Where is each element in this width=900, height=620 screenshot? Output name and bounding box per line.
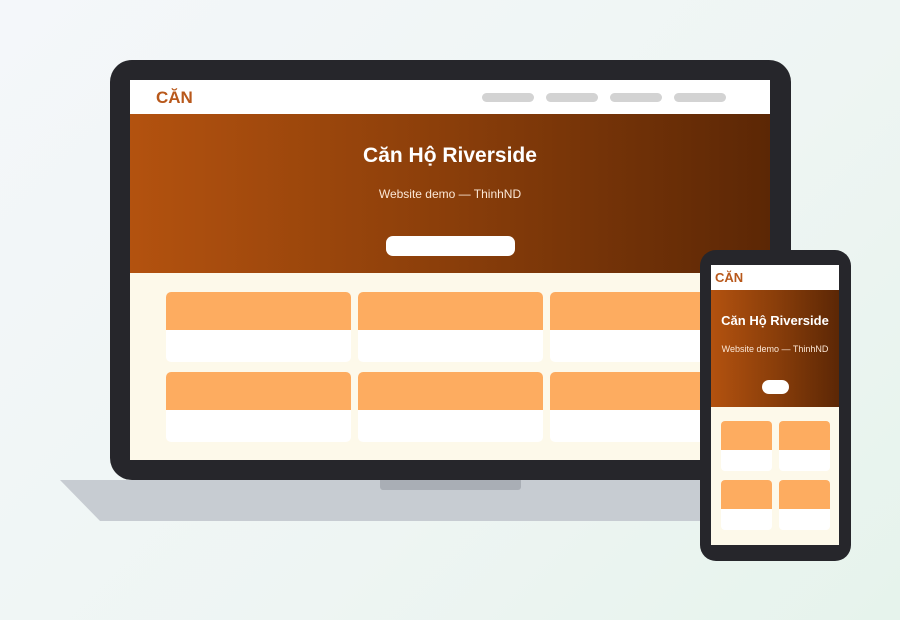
mobile-hero-subtitle: Website demo — ThinhND [721,344,829,354]
card-image [779,421,830,450]
card-image [779,480,830,509]
mobile-hero: Căn Hộ Riverside Website demo — ThinhND [711,290,839,407]
desktop-hero-title: Căn Hộ Riverside [363,144,537,167]
mobile-hero-title: Căn Hộ Riverside [721,313,829,328]
mobile-card[interactable] [721,421,772,471]
desktop-website-preview: CĂN Căn Hộ Riverside Website demo — Thin… [130,80,770,460]
nav-link-1[interactable] [482,93,534,102]
nav-link-4[interactable] [674,93,726,102]
desktop-hero: Căn Hộ Riverside Website demo — ThinhND [130,114,770,273]
card-image [358,292,543,330]
nav-link-3[interactable] [610,93,662,102]
nav-link-2[interactable] [546,93,598,102]
desktop-nav-links [482,93,726,102]
desktop-card[interactable] [358,372,543,442]
desktop-hero-cta-button[interactable] [386,236,515,256]
mobile-card[interactable] [779,421,830,471]
card-image [358,372,543,410]
card-image [166,372,351,410]
desktop-card[interactable] [166,292,351,362]
mobile-hero-cta-button[interactable] [762,380,789,394]
laptop-bezel: CĂN Căn Hộ Riverside Website demo — Thin… [110,60,791,480]
desktop-card[interactable] [358,292,543,362]
desktop-hero-subtitle: Website demo — ThinhND [378,187,522,201]
desktop-navbar: CĂN [130,80,770,114]
phone-mockup: CĂN Căn Hộ Riverside Website demo — Thin… [700,250,851,561]
mobile-logo[interactable]: CĂN [715,270,743,285]
card-image [166,292,351,330]
card-image [721,480,772,509]
mobile-card[interactable] [779,480,830,530]
laptop-hinge [380,480,521,490]
mobile-website-preview: CĂN Căn Hộ Riverside Website demo — Thin… [711,265,839,545]
desktop-card[interactable] [166,372,351,442]
mobile-navbar: CĂN [711,265,839,290]
desktop-logo[interactable]: CĂN [156,88,193,108]
mobile-card[interactable] [721,480,772,530]
card-image [721,421,772,450]
